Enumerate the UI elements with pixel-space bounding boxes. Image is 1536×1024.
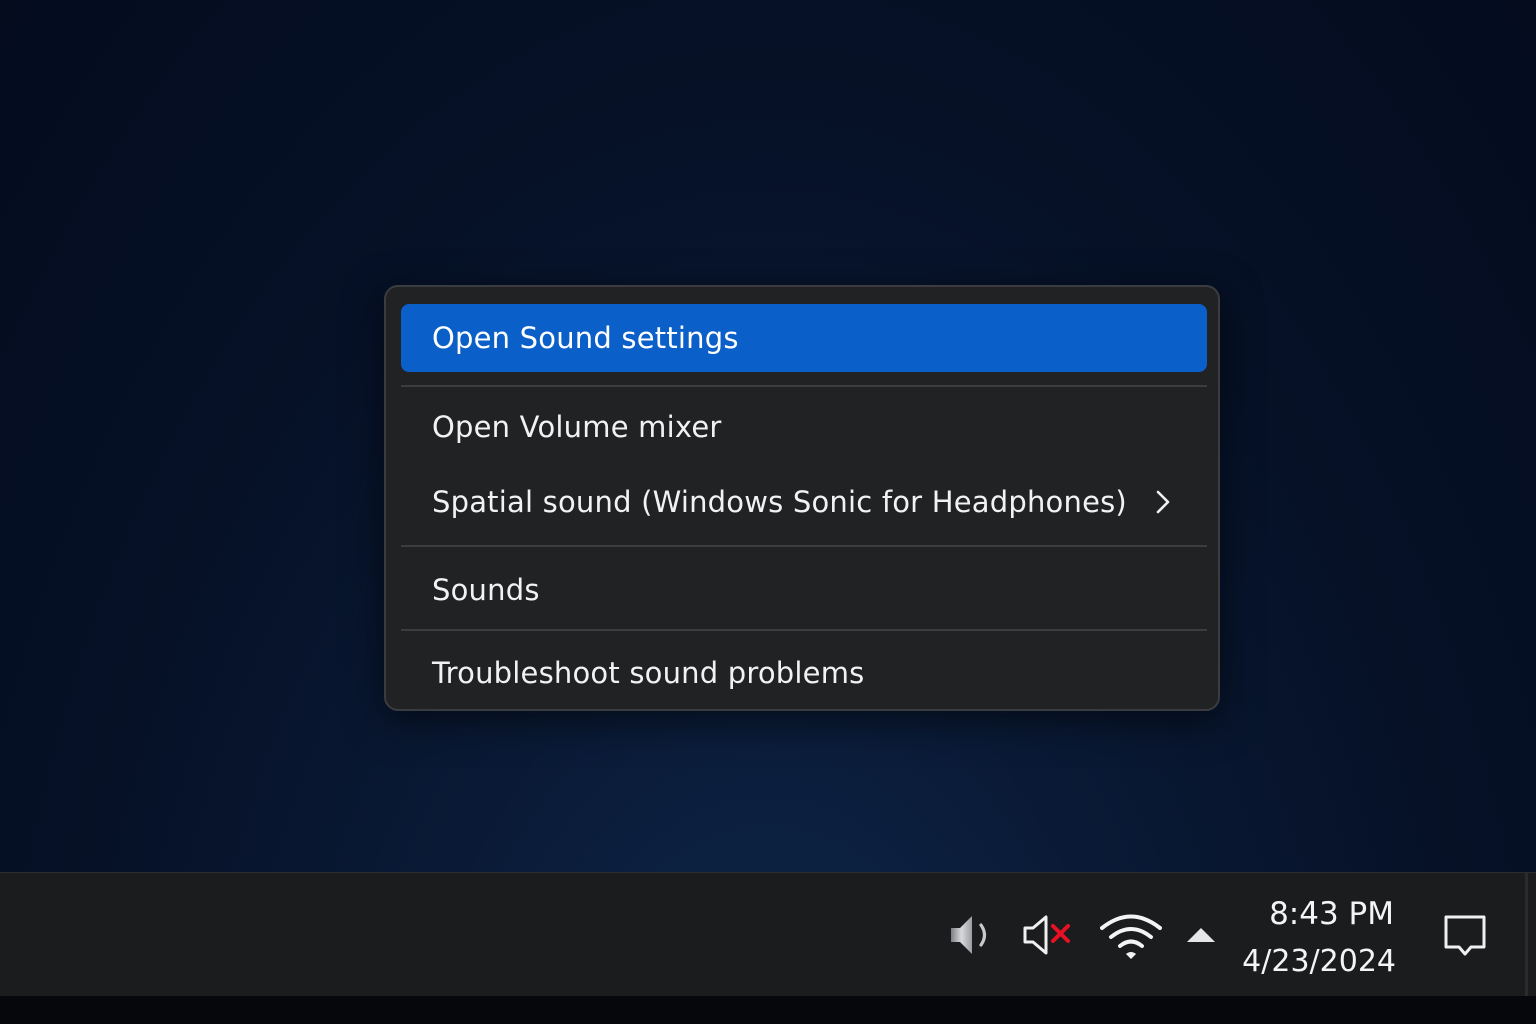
speaker-muted-icon[interactable] [1014,903,1084,967]
menu-item-sounds[interactable]: Sounds [401,556,1207,624]
notification-center-icon[interactable] [1430,903,1500,967]
menu-item-open-volume-mixer[interactable]: Open Volume mixer [401,393,1207,461]
menu-item-troubleshoot-sound[interactable]: Troubleshoot sound problems [401,639,1207,707]
taskbar: 8:43 PM 4/23/2024 [0,872,1536,997]
menu-separator [401,385,1207,387]
sound-context-menu: Open Sound settings Open Volume mixer Sp… [384,285,1220,711]
clock-date: 4/23/2024 [1242,944,1396,979]
chevron-right-icon [1156,490,1170,514]
wifi-icon[interactable] [1096,903,1166,967]
screen-bottom-edge [0,996,1536,1024]
menu-separator [401,545,1207,547]
speaker-volume-icon[interactable] [934,903,1004,967]
menu-item-label: Open Volume mixer [432,410,722,444]
menu-item-label: Troubleshoot sound problems [432,656,865,690]
menu-item-spatial-sound[interactable]: Spatial sound (Windows Sonic for Headpho… [401,468,1207,536]
clock-time: 8:43 PM [1269,896,1394,932]
taskbar-clock[interactable]: 8:43 PM 4/23/2024 [1236,889,1416,985]
taskbar-edge [1525,873,1528,997]
menu-item-label: Open Sound settings [432,321,739,355]
menu-item-label: Sounds [432,573,540,607]
menu-item-label: Spatial sound (Windows Sonic for Headpho… [432,485,1127,519]
menu-separator [401,629,1207,631]
show-hidden-icons-icon[interactable] [1166,903,1236,967]
menu-item-open-sound-settings[interactable]: Open Sound settings [401,304,1207,372]
